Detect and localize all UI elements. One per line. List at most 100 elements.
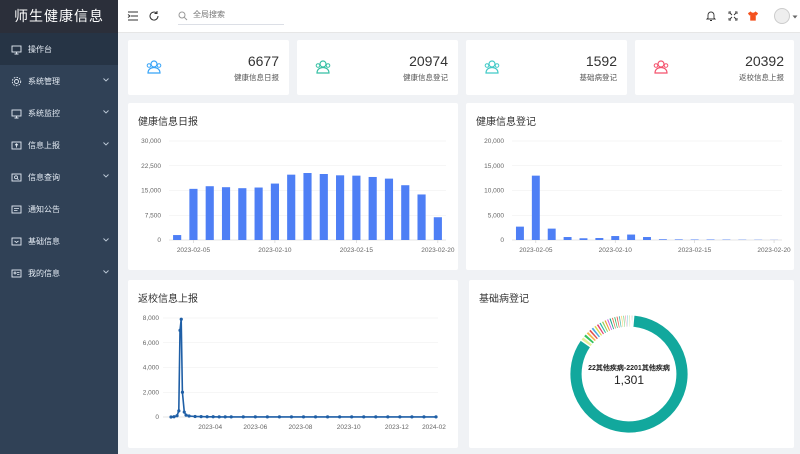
data-point [277,415,282,419]
topbar [118,0,800,33]
data-point [338,415,342,419]
x-tick-label: 2023-02-15 [340,247,374,254]
sidebar-item[interactable]: 通知公告 [0,193,118,225]
data-point [205,415,209,419]
y-tick-label: 15,000 [141,188,161,195]
hamburger-icon[interactable] [127,10,139,22]
y-tick-label: 7,500 [145,212,162,219]
data-point [289,415,294,419]
data-point [199,415,203,419]
data-point [193,414,197,419]
bar [336,175,345,240]
bar [189,188,198,240]
bar [270,183,279,240]
stat-value: 1592 [585,53,617,69]
bar [417,194,426,240]
info-icon [11,237,22,245]
bar [173,235,182,240]
data-point [175,414,179,418]
data-point [179,317,183,321]
y-tick-label: 0 [157,237,161,244]
sidebar: 师生健康信息 操作台 系统管理系统监控信息上报信息查询通知公告基础信息 我的信息 [0,0,118,454]
data-point [217,415,221,419]
bar [547,228,556,240]
bar [643,237,651,240]
sidebar-item[interactable]: 我的信息 [0,257,118,289]
theme-shirt-icon[interactable] [747,10,759,22]
bar [384,178,394,240]
data-point [325,415,330,419]
y-tick-label: 10,000 [484,188,504,195]
sidebar-item[interactable]: 操作台 [0,33,118,65]
health-register-panel: 健康信息登记 0 5,000 10,000 15,000 20,000 2023-02-0… [466,103,794,270]
series-line [170,319,436,418]
bar [674,239,683,240]
stat-label: 返校信息上报 [739,73,784,82]
data-point [211,415,215,419]
stat-label: 健康信息日报 [234,73,279,82]
bar [401,185,410,240]
chevron-down-icon [103,174,109,178]
stat-card[interactable]: 20392 返校信息上报 [635,40,794,95]
x-tick-label: 2023-02-15 [678,247,712,254]
upload-icon [11,141,22,149]
x-tick-label: 2023-02-05 [177,247,211,254]
sidebar-item[interactable]: 信息上报 [0,129,118,161]
data-point [313,415,318,419]
x-tick-label: 2023-08 [289,424,313,431]
data-point [180,390,185,394]
refresh-icon[interactable] [148,10,160,22]
bell-icon[interactable] [705,10,717,22]
chevron-down-icon [103,142,109,146]
disease-register-chart: 22其他疾病-2201其他疾病1,301 [569,314,689,434]
sidebar-item[interactable]: 基础信息 [0,225,118,257]
bar [352,175,361,240]
avatar[interactable] [774,8,790,24]
data-point [386,415,390,419]
sidebar-item[interactable]: 系统管理 [0,65,118,97]
x-tick-label: 2023-02-20 [421,247,455,254]
data-point [265,415,269,419]
y-tick-label: 30,000 [141,138,161,145]
bar [287,174,296,240]
y-tick-label: 2,000 [143,389,160,396]
data-point [410,415,414,419]
bar [205,186,214,240]
bar [368,176,377,240]
sidebar-item-label: 信息查询 [28,172,60,182]
pie-slice [626,314,629,328]
stat-card[interactable]: 1592 基础病登记 [466,40,627,95]
sidebar-item-label: 系统监控 [28,108,60,118]
global-search[interactable] [178,8,284,25]
return-report-chart: 0 2,000 4,000 6,000 8,000 2023-04 2023-06 2023-… [143,315,447,431]
sidebar-item-label: 通知公告 [28,204,60,214]
bar [515,226,524,240]
people-icon [315,60,331,74]
x-tick-label: 2023-06 [243,424,267,431]
data-point [422,415,426,419]
sidebar-menu: 操作台 系统管理系统监控信息上报信息查询通知公告基础信息 我的信息 [0,33,118,289]
x-tick-label: 2023-04 [198,424,222,431]
data-point [374,415,378,419]
app-title: 师生健康信息 [0,0,118,33]
y-tick-label: 20,000 [484,138,504,145]
sidebar-item-label: 信息上报 [28,140,60,150]
bar [658,239,667,240]
caret-down-icon[interactable] [792,14,798,20]
data-point [350,415,354,419]
chevron-down-icon [103,110,109,114]
disease-register-panel: 基础病登记 22其他疾病-2201其他疾病 1,301 [469,280,794,448]
stat-card[interactable]: 20974 健康信息登记 [297,40,458,95]
bar [303,173,312,240]
search-input[interactable] [193,10,281,19]
search-doc-icon [11,173,22,181]
x-tick-label: 2023-02-10 [258,247,292,254]
fullscreen-icon[interactable] [727,10,739,22]
sidebar-item[interactable]: 系统监控 [0,97,118,129]
stat-card[interactable]: 6677 健康信息日报 [128,40,289,95]
bar [579,238,588,240]
sidebar-item[interactable]: 信息查询 [0,161,118,193]
data-point [178,328,182,332]
bar [611,236,620,240]
y-tick-label: 0 [155,414,159,421]
